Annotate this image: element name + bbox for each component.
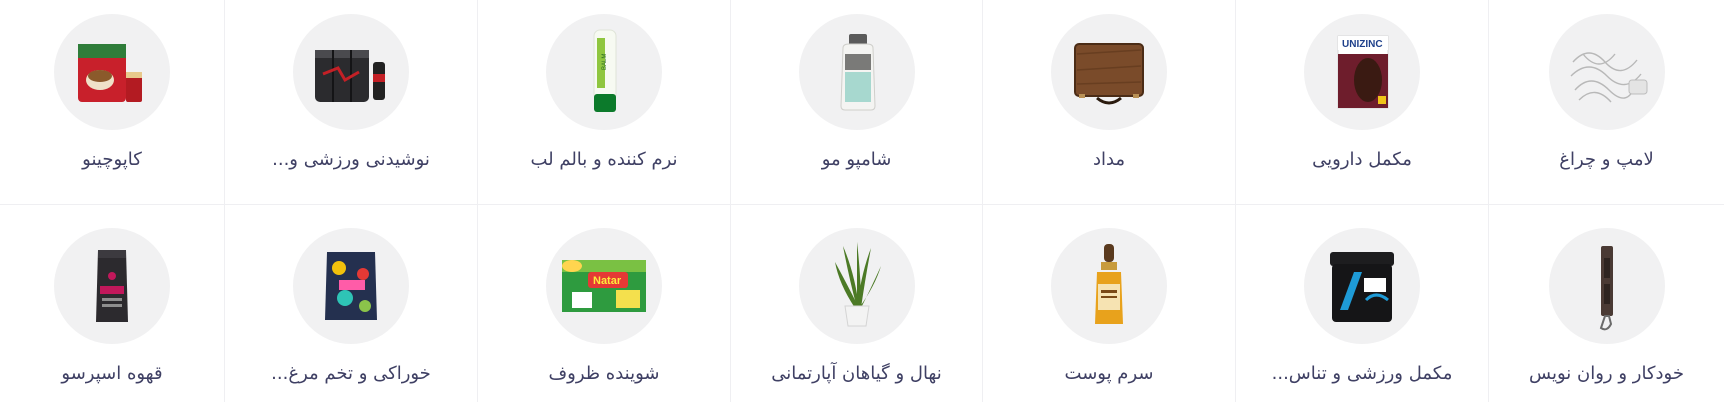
category-label: خودکار و روان نویس: [1529, 363, 1684, 384]
category-image: [798, 14, 915, 130]
category-image: [798, 228, 915, 344]
category-item-sports-drink[interactable]: نوشیدنی ورزشی و...: [225, 0, 478, 205]
category-item-sports-supplement[interactable]: مکمل ورزشی و تناس...: [1236, 205, 1489, 402]
cappuccino-pack-icon: [78, 44, 142, 102]
category-grid: کاپوچینو نوشیدنی ورزشی و... BALM نرم کنن…: [0, 0, 1724, 402]
category-image: [54, 228, 170, 344]
potted-plant-icon: [834, 242, 881, 327]
category-label: نهال و گیاهان آپارتمانی: [771, 363, 942, 384]
category-item-snacks[interactable]: خوراکی و تخم مرغ...: [225, 205, 478, 402]
serum-dropper-bottle-icon: [1095, 244, 1123, 324]
pen-case-icon: [1599, 246, 1613, 331]
category-label: قهوه اسپرسو: [61, 363, 163, 384]
category-item-pen[interactable]: خودکار و روان نویس: [1489, 205, 1724, 402]
supplement-box-icon: UNIZINC: [1337, 35, 1389, 109]
category-label: سرم پوست: [1064, 363, 1154, 384]
category-label: نوشیدنی ورزشی و...: [272, 149, 430, 170]
category-label: شوینده ظروف: [548, 363, 660, 384]
category-image: [1051, 14, 1167, 130]
category-label: شامپو مو: [821, 149, 892, 170]
category-image: [1548, 228, 1665, 344]
dish-detergent-box-icon: Natar: [562, 260, 646, 312]
category-image: [1304, 228, 1420, 344]
category-item-lip-balm[interactable]: BALM نرم کننده و بالم لب: [478, 0, 731, 205]
category-image: [54, 14, 170, 130]
lip-balm-icon: BALM: [593, 29, 617, 112]
svg-text:Natar: Natar: [593, 275, 622, 287]
category-item-houseplant[interactable]: نهال و گیاهان آپارتمانی: [731, 205, 983, 402]
category-label: لامپ و چراغ: [1559, 149, 1654, 170]
category-item-cappuccino[interactable]: کاپوچینو: [0, 0, 225, 205]
svg-text:UNIZINC: UNIZINC: [1342, 39, 1383, 50]
category-item-lamp[interactable]: لامپ و چراغ: [1489, 0, 1724, 205]
category-item-pencil[interactable]: مداد: [983, 0, 1236, 205]
category-image: BALM: [546, 14, 662, 130]
category-label: مداد: [1092, 149, 1126, 170]
category-label: کاپوچینو: [82, 149, 142, 170]
shampoo-bottle-icon: [839, 34, 876, 111]
protein-tub-icon: [1330, 252, 1394, 322]
string-lights-icon: [1570, 52, 1647, 103]
category-image: [1051, 228, 1167, 344]
category-label: مکمل ورزشی و تناس...: [1271, 363, 1453, 384]
category-image: [293, 14, 409, 130]
category-image: UNIZINC: [1304, 14, 1420, 130]
category-item-shampoo[interactable]: شامپو مو: [731, 0, 983, 205]
category-label: مکمل دارویی: [1312, 149, 1412, 170]
category-image: Natar: [546, 228, 662, 344]
category-label: خوراکی و تخم مرغ...: [271, 363, 431, 384]
svg-text:BALM: BALM: [602, 54, 608, 70]
category-image: [293, 228, 409, 344]
snack-pack-icon: [325, 252, 377, 320]
sports-drink-cans-icon: [315, 50, 385, 102]
category-item-dish-detergent[interactable]: Natar شوینده ظروف: [478, 205, 731, 402]
category-item-supplement[interactable]: UNIZINC مکمل دارویی: [1236, 0, 1489, 205]
category-label: نرم کننده و بالم لب: [530, 149, 678, 170]
category-image: [1548, 14, 1665, 130]
category-item-skin-serum[interactable]: سرم پوست: [983, 205, 1236, 402]
category-item-espresso[interactable]: قهوه اسپرسو: [0, 205, 225, 402]
pencil-case-icon: [1074, 43, 1144, 105]
espresso-coffee-bag-icon: [96, 250, 128, 322]
